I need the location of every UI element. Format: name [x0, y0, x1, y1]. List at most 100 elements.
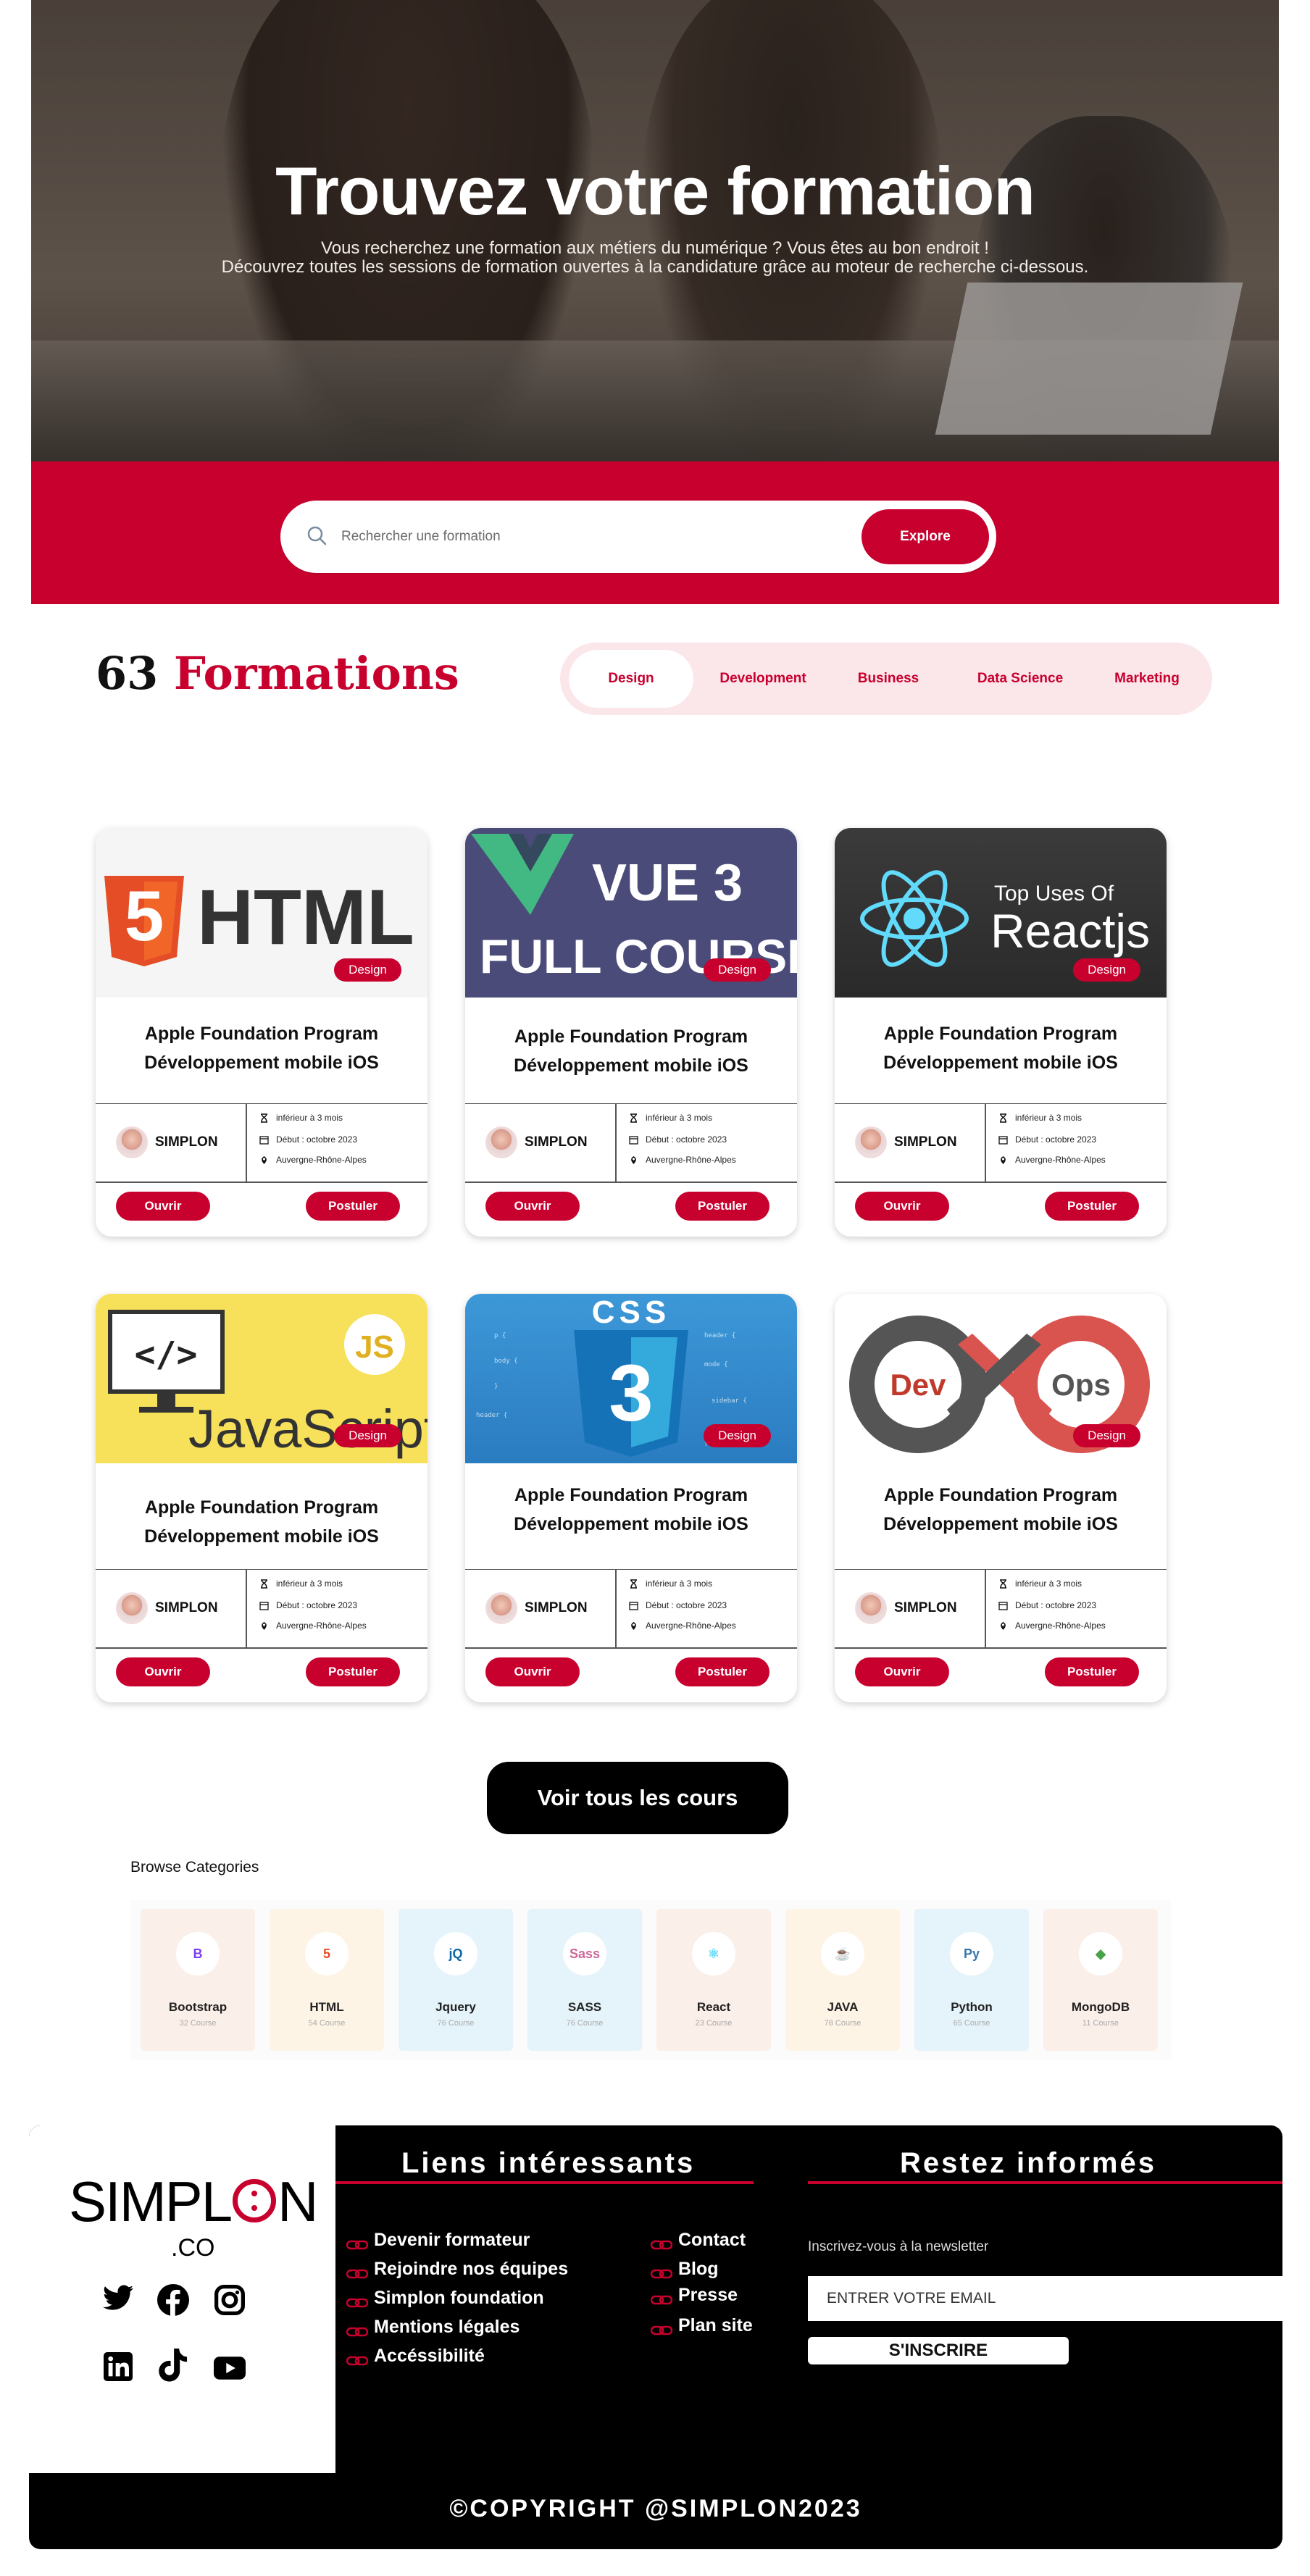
meta-divider	[246, 1570, 247, 1648]
category-tag: Design	[704, 1424, 771, 1447]
vue-banner-title: VUE 3	[592, 854, 743, 912]
category-card-sass[interactable]: Sass SASS 76 Course	[527, 1909, 642, 2051]
open-button[interactable]: Ouvrir	[855, 1657, 949, 1686]
facebook-icon[interactable]	[157, 2283, 190, 2317]
view-all-courses-button[interactable]: Voir tous les cours	[487, 1762, 788, 1834]
avatar	[485, 1592, 517, 1624]
link-chain-icon	[650, 2264, 673, 2278]
subscribe-button[interactable]: S'INSCRIRE	[808, 2337, 1069, 2364]
category-card-java[interactable]: ☕ JAVA 78 Course	[785, 1909, 900, 2051]
footer-link-simplon-foundation[interactable]: Simplon foundation	[346, 2288, 544, 2309]
meta-location: Auvergne-Rhône-Alpes	[629, 1155, 736, 1165]
apply-button[interactable]: Postuler	[1045, 1657, 1139, 1686]
newsletter-text: Inscrivez-vous à la newsletter	[808, 2239, 989, 2254]
open-button[interactable]: Ouvrir	[116, 1657, 210, 1686]
apply-button[interactable]: Postuler	[675, 1192, 769, 1221]
open-button[interactable]: Ouvrir	[485, 1192, 580, 1221]
footer-link-rejoindre-nos-quipes[interactable]: Rejoindre nos équipes	[346, 2259, 568, 2280]
apply-button[interactable]: Postuler	[1045, 1192, 1139, 1221]
meta-location: Auvergne-Rhône-Alpes	[629, 1621, 736, 1631]
react-banner-kicker: Top Uses Of	[994, 882, 1114, 906]
duration-text: inférieur à 3 mois	[646, 1578, 713, 1589]
course-title-line-2: Développement mobile iOS	[883, 1053, 1118, 1073]
search-bar: Explore	[280, 501, 996, 573]
category-name: Bootstrap	[168, 2000, 228, 2014]
hero-overlay	[31, 0, 1279, 461]
links-heading-underline	[335, 2181, 754, 2184]
start-date-text: Début : octobre 2023	[276, 1600, 358, 1610]
category-card-react[interactable]: ⚛ React 23 Course	[656, 1909, 771, 2051]
avatar	[855, 1592, 887, 1624]
explore-button[interactable]: Explore	[861, 509, 989, 564]
course-card[interactable]: VUE 3 FULL COURSE Design Apple Foundatio…	[465, 828, 797, 1237]
tab-business[interactable]: Business	[831, 650, 946, 708]
apply-button[interactable]: Postuler	[675, 1657, 769, 1686]
tab-development[interactable]: Development	[701, 650, 825, 708]
tab-marketing[interactable]: Marketing	[1089, 650, 1205, 708]
meta-location: Auvergne-Rhône-Alpes	[998, 1155, 1106, 1165]
category-card-jquery[interactable]: jQ Jquery 76 Course	[399, 1909, 513, 2051]
duration-text: inférieur à 3 mois	[276, 1113, 343, 1123]
apply-button[interactable]: Postuler	[306, 1657, 400, 1686]
footer-link-devenir-formateur[interactable]: Devenir formateur	[346, 2230, 530, 2251]
search-input[interactable]	[341, 522, 834, 551]
footer-link-contact[interactable]: Contact	[650, 2230, 746, 2251]
youtube-icon[interactable]	[213, 2351, 246, 2385]
footer-link-mentions-l-gales[interactable]: Mentions légales	[346, 2317, 520, 2338]
course-card[interactable]: Top Uses Of Reactjs Design Apple Foundat…	[835, 828, 1167, 1237]
calendar-icon	[629, 1601, 638, 1610]
instagram-icon[interactable]	[213, 2283, 246, 2317]
open-button[interactable]: Ouvrir	[485, 1657, 580, 1686]
meta-duration: inférieur à 3 mois	[259, 1578, 343, 1589]
open-button[interactable]: Ouvrir	[855, 1192, 949, 1221]
linkedin-icon[interactable]	[101, 2350, 135, 2383]
category-card-html[interactable]: 5 HTML 54 Course	[270, 1909, 384, 2051]
footer-link-presse[interactable]: Presse	[650, 2285, 738, 2306]
location-text: Auvergne-Rhône-Alpes	[1015, 1155, 1106, 1165]
course-card[interactable]: Dev Ops Design Apple Foundation Program D…	[835, 1294, 1167, 1702]
category-card-python[interactable]: Py Python 65 Course	[914, 1909, 1029, 2051]
svg-text:p {: p {	[494, 1332, 506, 1339]
hero-subtitle-line-1: Vous recherchez une formation aux métier…	[321, 238, 989, 258]
location-text: Auvergne-Rhône-Alpes	[646, 1621, 736, 1631]
start-date-text: Début : octobre 2023	[1015, 1600, 1097, 1610]
meta-divider	[615, 1104, 617, 1182]
simplon-logo[interactable]: SIMPL N	[69, 2169, 318, 2235]
footer-link-acc-ssibilit-[interactable]: Accéssibilité	[346, 2346, 485, 2367]
organization-name: SIMPLON	[155, 1134, 218, 1150]
course-card[interactable]: </> JS JavaScript Design Apple Foundatio…	[96, 1294, 427, 1702]
react-banner-title: Reactjs	[990, 904, 1150, 958]
start-date-text: Début : octobre 2023	[1015, 1134, 1097, 1145]
footer-link-blog[interactable]: Blog	[650, 2259, 719, 2280]
twitter-icon[interactable]	[101, 2281, 135, 2314]
footer-link-plan-site[interactable]: Plan site	[650, 2315, 753, 2336]
meta-duration: inférieur à 3 mois	[629, 1578, 712, 1589]
duration-text: inférieur à 3 mois	[1015, 1578, 1082, 1589]
footer-link-label: Mentions légales	[374, 2317, 520, 2337]
meta-start: Début : octobre 2023	[259, 1600, 357, 1610]
newsletter-email-input[interactable]	[808, 2276, 1282, 2321]
course-card[interactable]: 5 HTML Design Apple Foundation Program Dé…	[96, 828, 427, 1237]
category-tag: Design	[1073, 1424, 1140, 1447]
tab-design[interactable]: Design	[569, 650, 693, 708]
location-pin-icon	[262, 1621, 267, 1630]
avatar	[485, 1126, 517, 1158]
course-card[interactable]: CSS 3 p {body {} header { header {mode {s…	[465, 1294, 797, 1702]
svg-text:5: 5	[125, 876, 164, 955]
course-meta: SIMPLON inférieur à 3 mois Début : octob…	[96, 1569, 427, 1649]
open-button[interactable]: Ouvrir	[116, 1192, 210, 1221]
category-card-bootstrap[interactable]: B Bootstrap 32 Course	[141, 1909, 255, 2051]
meta-divider	[246, 1104, 247, 1182]
tab-data-science[interactable]: Data Science	[951, 650, 1089, 708]
apply-button[interactable]: Postuler	[306, 1192, 400, 1221]
avatar	[116, 1592, 148, 1624]
tiktok-icon[interactable]	[157, 2349, 190, 2382]
course-title-line-2: Développement mobile iOS	[144, 1526, 379, 1547]
react-icon: ⚛	[692, 1932, 735, 1975]
category-card-mongodb[interactable]: ◆ MongoDB 11 Course	[1043, 1909, 1158, 2051]
meta-location: Auvergne-Rhône-Alpes	[998, 1621, 1106, 1631]
location-pin-icon	[1001, 1155, 1006, 1164]
link-chain-icon	[346, 2351, 369, 2365]
meta-start: Début : octobre 2023	[998, 1600, 1096, 1610]
category-name: Jquery	[435, 2000, 476, 2014]
